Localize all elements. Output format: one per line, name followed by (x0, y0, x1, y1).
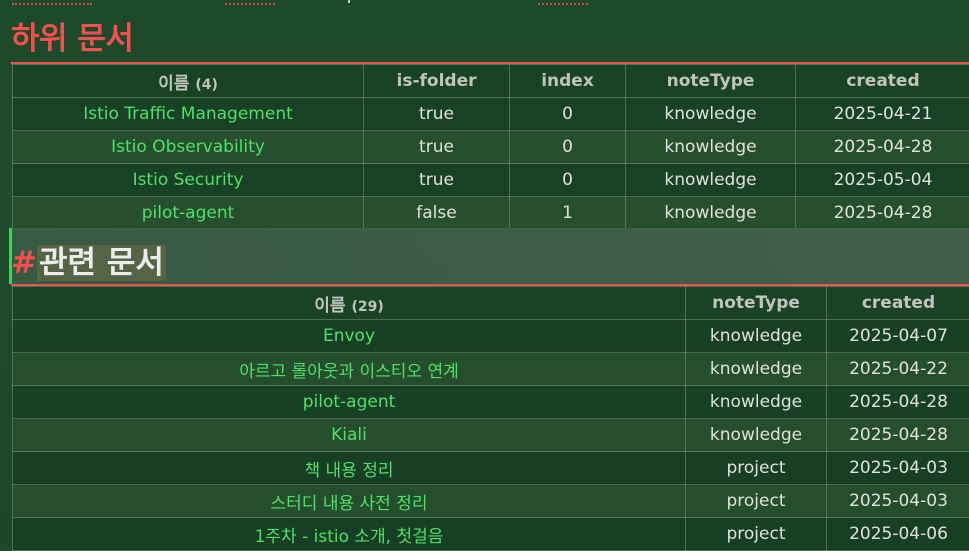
column-header-note-type[interactable]: noteType (626, 65, 796, 98)
document-link[interactable]: 책 내용 정리 (13, 452, 686, 485)
related-documents-heading: #관련 문서 (11, 243, 166, 283)
table-row: 스터디 내용 사전 정리project2025-04-03 (13, 485, 969, 518)
created-date-cell: 2025-04-28 (796, 131, 969, 164)
is-folder-cell: false (364, 197, 510, 230)
document-link[interactable]: Istio Traffic Management (13, 98, 364, 131)
note-type-cell: knowledge (686, 320, 827, 353)
document-link[interactable]: pilot-agent (13, 197, 364, 230)
index-cell: 1 (510, 197, 626, 230)
document-link[interactable]: pilot-agent (13, 386, 686, 419)
note-type-cell: project (686, 485, 827, 518)
is-folder-cell: true (364, 98, 510, 131)
column-header-is-folder[interactable]: is-folder (364, 65, 510, 98)
created-date-cell: 2025-04-28 (827, 419, 969, 452)
spellcheck-underline (538, 0, 588, 5)
note-type-cell: knowledge (686, 386, 827, 419)
created-date-cell: 2025-04-03 (827, 485, 969, 518)
document-link[interactable]: Istio Observability (13, 131, 364, 164)
created-date-cell: 2025-04-07 (827, 320, 969, 353)
created-date-cell: 2025-04-06 (827, 518, 969, 551)
column-header-name[interactable]: 이름 (29) (13, 287, 686, 320)
document-link[interactable]: Kiali (13, 419, 686, 452)
note-type-cell: knowledge (626, 164, 796, 197)
related-documents-title: 관련 문서 (37, 245, 166, 281)
table-header-row: 이름 (4) is-folder index noteType created (13, 65, 969, 98)
column-header-index[interactable]: index (510, 65, 626, 98)
column-header-created[interactable]: created (827, 287, 969, 320)
heading-hash-mark: # (11, 245, 37, 281)
table-row: 아르고 롤아웃과 이스티오 연계knowledge2025-04-22 (13, 353, 969, 386)
document-link[interactable]: 1주차 - istio 소개, 첫걸음 (13, 518, 686, 551)
note-type-cell: project (686, 518, 827, 551)
table-row: pilot-agentknowledge2025-04-28 (13, 386, 969, 419)
table-row: 1주차 - istio 소개, 첫걸음project2025-04-06 (13, 518, 969, 551)
table-row: Kialiknowledge2025-04-28 (13, 419, 969, 452)
spellcheck-underline (12, 0, 92, 5)
note-type-cell: knowledge (686, 353, 827, 386)
is-folder-cell: true (364, 164, 510, 197)
note-type-cell: knowledge (626, 131, 796, 164)
spellcheck-underline (225, 0, 275, 5)
column-header-label: 이름 (158, 74, 189, 94)
table-row: Istio Securitytrue0knowledge2025-05-04 (13, 164, 969, 197)
created-date-cell: 2025-05-04 (796, 164, 969, 197)
row-count: (29) (351, 299, 383, 315)
table-row: 책 내용 정리project2025-04-03 (13, 452, 969, 485)
index-cell: 0 (510, 98, 626, 131)
table-row: pilot-agentfalse1knowledge2025-04-28 (13, 197, 969, 230)
is-folder-cell: true (364, 131, 510, 164)
related-documents-table: 이름 (29) noteType created Envoyknowledge2… (12, 286, 969, 551)
table-row: Istio Traffic Managementtrue0knowledge20… (13, 98, 969, 131)
index-cell: 0 (510, 131, 626, 164)
column-header-created[interactable]: created (796, 65, 969, 98)
note-type-cell: knowledge (686, 419, 827, 452)
column-header-name[interactable]: 이름 (4) (13, 65, 364, 98)
created-date-cell: 2025-04-22 (827, 353, 969, 386)
column-header-note-type[interactable]: noteType (686, 287, 827, 320)
note-type-cell: knowledge (626, 197, 796, 230)
top-strip (0, 0, 969, 6)
row-count: (4) (195, 77, 218, 93)
document-link[interactable]: Istio Security (13, 164, 364, 197)
text-fragment (348, 0, 350, 3)
created-date-cell: 2025-04-21 (796, 98, 969, 131)
created-date-cell: 2025-04-28 (796, 197, 969, 230)
document-link[interactable]: Envoy (13, 320, 686, 353)
subdocuments-table: 이름 (4) is-folder index noteType created … (12, 64, 969, 230)
document-link[interactable]: 스터디 내용 사전 정리 (13, 485, 686, 518)
created-date-cell: 2025-04-28 (827, 386, 969, 419)
note-type-cell: project (686, 452, 827, 485)
created-date-cell: 2025-04-03 (827, 452, 969, 485)
note-type-cell: knowledge (626, 98, 796, 131)
table-header-row: 이름 (29) noteType created (13, 287, 969, 320)
table-row: Envoyknowledge2025-04-07 (13, 320, 969, 353)
column-header-label: 이름 (314, 296, 345, 316)
document-link[interactable]: 아르고 롤아웃과 이스티오 연계 (13, 353, 686, 386)
table-row: Istio Observabilitytrue0knowledge2025-04… (13, 131, 969, 164)
subdocuments-heading: 하위 문서 (11, 18, 133, 60)
index-cell: 0 (510, 164, 626, 197)
